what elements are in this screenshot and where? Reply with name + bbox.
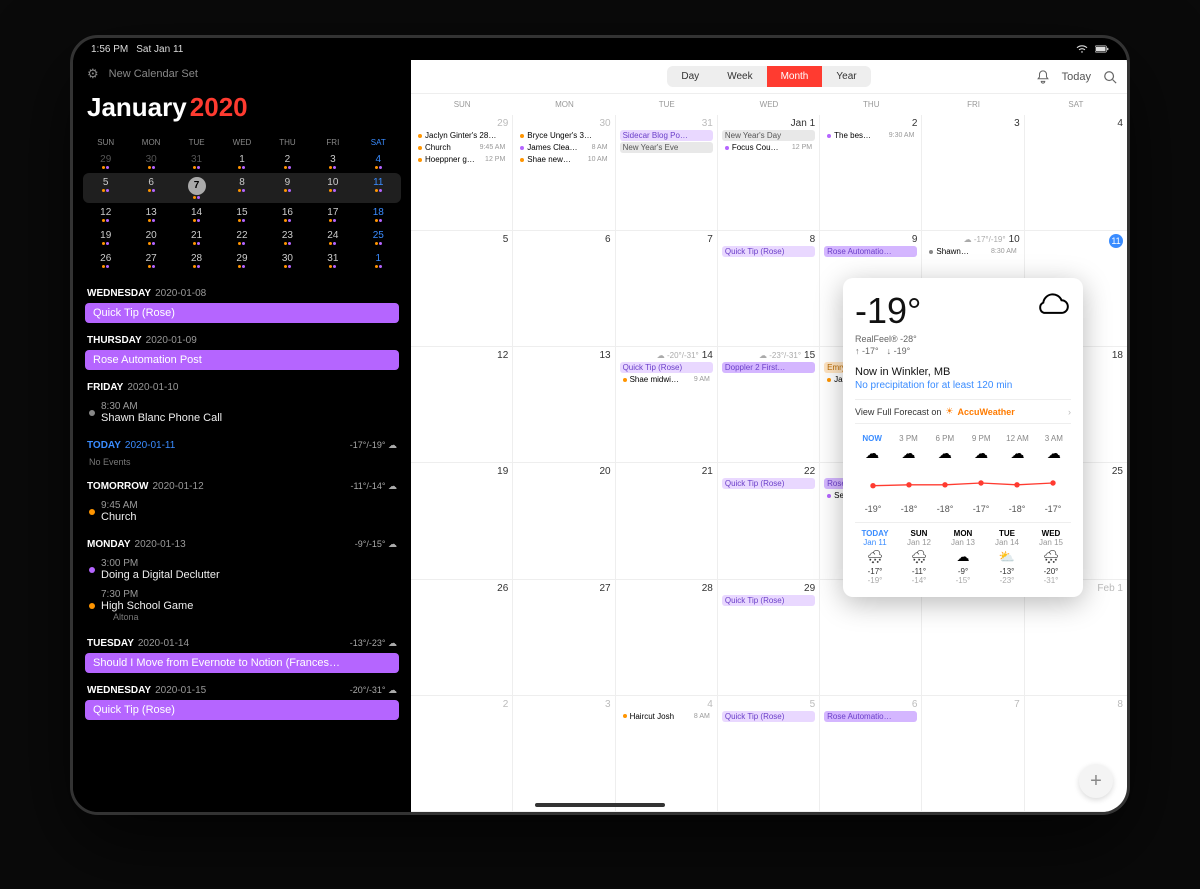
location-label: Now in Winkler, MB [855, 366, 1071, 378]
ipad-frame: 1:56 PM Sat Jan 11 ⚙ New Calendar Set Ja… [70, 35, 1130, 815]
day-cell[interactable]: 13 [513, 347, 615, 463]
day-cell[interactable]: ☁ -20°/-31°14Quick Tip (Rose)Shae midwi…… [616, 347, 718, 463]
hi-lo: ↑ -17° ↓ -19° [855, 346, 921, 356]
day-cell[interactable]: 12 [411, 347, 513, 463]
day-cell[interactable]: 4 [1025, 115, 1127, 231]
day-cell[interactable]: 6 [513, 231, 615, 347]
weekday-header: SUNMONTUEWEDTHUFRISAT [411, 94, 1127, 115]
day-cell[interactable]: 6Rose Automatio… [820, 696, 922, 812]
year-label: 2020 [190, 92, 248, 122]
day-cell[interactable]: 2 [411, 696, 513, 812]
day-cell[interactable]: 3 [513, 696, 615, 812]
day-cell[interactable]: 2The bes…9:30 AM [820, 115, 922, 231]
daily-forecast: TODAYJan 11🌨-17°-19°SUNJan 12🌨-11°-14°MO… [855, 522, 1071, 585]
day-cell[interactable]: 21 [616, 463, 718, 579]
status-bar: 1:56 PM Sat Jan 11 [73, 38, 1127, 60]
day-cell[interactable]: 26 [411, 580, 513, 696]
add-event-button[interactable]: + [1079, 764, 1113, 798]
day-cell[interactable]: 30 [820, 580, 922, 696]
day-cell[interactable]: 3 [922, 115, 1024, 231]
wifi-icon [1075, 44, 1089, 54]
current-temp: -19° [855, 290, 921, 332]
day-cell[interactable]: 7 [922, 696, 1024, 812]
cloud-icon [1033, 290, 1071, 320]
day-cell[interactable]: 30Bryce Unger's 3…James Clea…8 AMShae ne… [513, 115, 615, 231]
day-cell[interactable]: ☁ -23°/-31°15Doppler 2 First… [718, 347, 820, 463]
home-indicator [535, 803, 665, 807]
day-cell[interactable]: 4Haircut Josh8 AM [616, 696, 718, 812]
day-cell[interactable]: Jan 1New Year's DayFocus Cou…12 PM [718, 115, 820, 231]
bell-icon[interactable] [1036, 70, 1050, 84]
day-cell[interactable]: 27 [513, 580, 615, 696]
weather-popover: -19° RealFeel® -28° ↑ -17° ↓ -19° Now in… [843, 278, 1083, 597]
status-time: 1:56 PM [91, 44, 128, 55]
precip-label: No precipitation for at least 120 min [855, 380, 1071, 391]
day-cell[interactable]: 28 [616, 580, 718, 696]
calendar-main: DayWeekMonthYear Today SUNMONTUEWEDTHUFR… [411, 60, 1127, 812]
day-cell[interactable]: 5Quick Tip (Rose) [718, 696, 820, 812]
view-segmented-control[interactable]: DayWeekMonthYear [667, 66, 870, 87]
day-cell[interactable]: 31 [922, 580, 1024, 696]
day-cell[interactable]: Feb 1 [1025, 580, 1127, 696]
day-cell[interactable]: 8Quick Tip (Rose) [718, 231, 820, 347]
accuweather-link[interactable]: View Full Forecast on ☀ AccuWeather › [855, 399, 1071, 424]
day-cell[interactable]: 20 [513, 463, 615, 579]
search-icon[interactable] [1103, 70, 1117, 84]
status-date: Sat Jan 11 [136, 44, 183, 55]
day-cell[interactable]: 31Sidecar Blog Po…New Year's Eve [616, 115, 718, 231]
agenda-list[interactable]: WEDNESDAY2020-01-08Quick Tip (Rose)THURS… [73, 276, 411, 812]
day-cell[interactable]: 19 [411, 463, 513, 579]
month-label: January [87, 92, 187, 122]
day-cell[interactable]: 29Jaclyn Ginter's 28…Church9:45 AMHoeppn… [411, 115, 513, 231]
sidebar: ⚙ New Calendar Set January 2020 SUNMONTU… [73, 60, 411, 812]
today-button[interactable]: Today [1062, 71, 1091, 83]
day-cell[interactable]: 8 [1025, 696, 1127, 812]
new-calendar-set-link[interactable]: New Calendar Set [109, 68, 198, 80]
gear-icon[interactable]: ⚙ [87, 66, 99, 82]
hourly-forecast: NOW3 PM6 PM9 PM12 AM3 AM ☁☁☁☁☁☁ -19°-18°… [855, 432, 1071, 514]
day-cell[interactable]: 5 [411, 231, 513, 347]
sidebar-title: January 2020 [73, 88, 411, 131]
toolbar: DayWeekMonthYear Today [411, 60, 1127, 94]
day-cell[interactable]: 29Quick Tip (Rose) [718, 580, 820, 696]
battery-icon [1095, 44, 1109, 54]
day-cell[interactable]: 7 [616, 231, 718, 347]
mini-calendar[interactable]: SUNMONTUEWEDTHUFRISAT 293031123456789101… [73, 131, 411, 276]
day-cell[interactable]: 22Quick Tip (Rose) [718, 463, 820, 579]
